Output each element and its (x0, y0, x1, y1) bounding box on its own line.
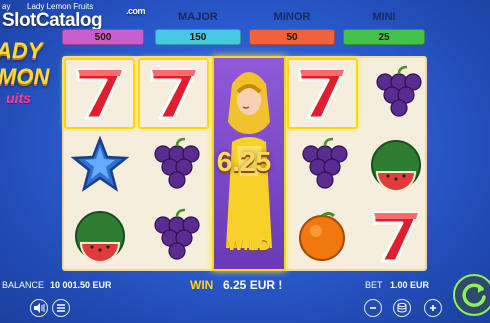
grapes-icon (153, 208, 200, 260)
seven-icon (372, 211, 419, 263)
bet-increase-button[interactable] (424, 299, 442, 317)
reel-symbol-star (64, 130, 135, 200)
jackpot-mini-label: MINI (372, 11, 396, 23)
sound-button[interactable] (30, 299, 48, 317)
coin-stack-icon (397, 302, 407, 313)
coin-stack-button[interactable] (393, 299, 411, 317)
jackpot-major-label: MAJOR (178, 11, 218, 23)
win-value: 6.25 EUR ! (223, 278, 283, 292)
spin-icon (462, 283, 486, 307)
jackpot-minor-label: MINOR (273, 11, 311, 23)
jackpot-minor: MINOR 50 (249, 11, 335, 45)
game-logo-line-1: ADY (0, 38, 43, 63)
plus-icon (430, 305, 436, 311)
star-icon (70, 136, 129, 192)
game-logo-line-2: MON (0, 64, 50, 89)
win-amount: 6.25 (216, 146, 272, 177)
reel-symbol-grapes (286, 130, 357, 200)
jackpot-minor-value: 50 (249, 29, 335, 45)
jackpot-major-value: 150 (155, 29, 241, 45)
spin-button[interactable] (453, 274, 490, 316)
win-label: WIN (190, 278, 214, 292)
jackpot-grand: 500 (62, 11, 144, 45)
reel-symbol-watermelon (64, 201, 135, 271)
sound-icon (34, 303, 45, 313)
bet-label: BET (365, 280, 383, 290)
watermelon-icon (74, 211, 125, 263)
reel-symbol-grapes (360, 58, 431, 128)
grapes-icon (301, 137, 348, 189)
bottom-bar: BALANCE 10 001.50 EUR WIN 6.25 EUR ! BET… (0, 274, 490, 323)
wild-label: WILD (227, 235, 271, 254)
reel-symbol-orange (286, 201, 357, 271)
menu-button[interactable] (52, 299, 70, 317)
jackpot-grand-value: 500 (62, 29, 144, 45)
jackpot-mini-value: 25 (343, 29, 425, 45)
balance-label: BALANCE (2, 280, 45, 290)
reel-symbol-grapes (138, 201, 209, 271)
balance-value: 10 001.50 EUR (50, 280, 112, 290)
jackpot-major: MAJOR 150 (155, 11, 241, 45)
menu-icon (57, 304, 65, 312)
reel-symbol-watermelon (360, 130, 431, 200)
reel-symbol-seven (360, 201, 431, 271)
game-logo-line-3: uits (6, 90, 31, 106)
orange-icon (298, 212, 345, 261)
bet-value: 1.00 EUR (390, 280, 430, 290)
grapes-icon (375, 65, 422, 117)
jackpot-mini: MINI 25 (343, 11, 425, 45)
watermelon-icon (370, 140, 421, 192)
win-highlight (287, 58, 358, 129)
win-highlight (64, 58, 135, 129)
minus-icon (370, 307, 376, 309)
win-highlight (138, 58, 209, 129)
bet-decrease-button[interactable] (364, 299, 382, 317)
